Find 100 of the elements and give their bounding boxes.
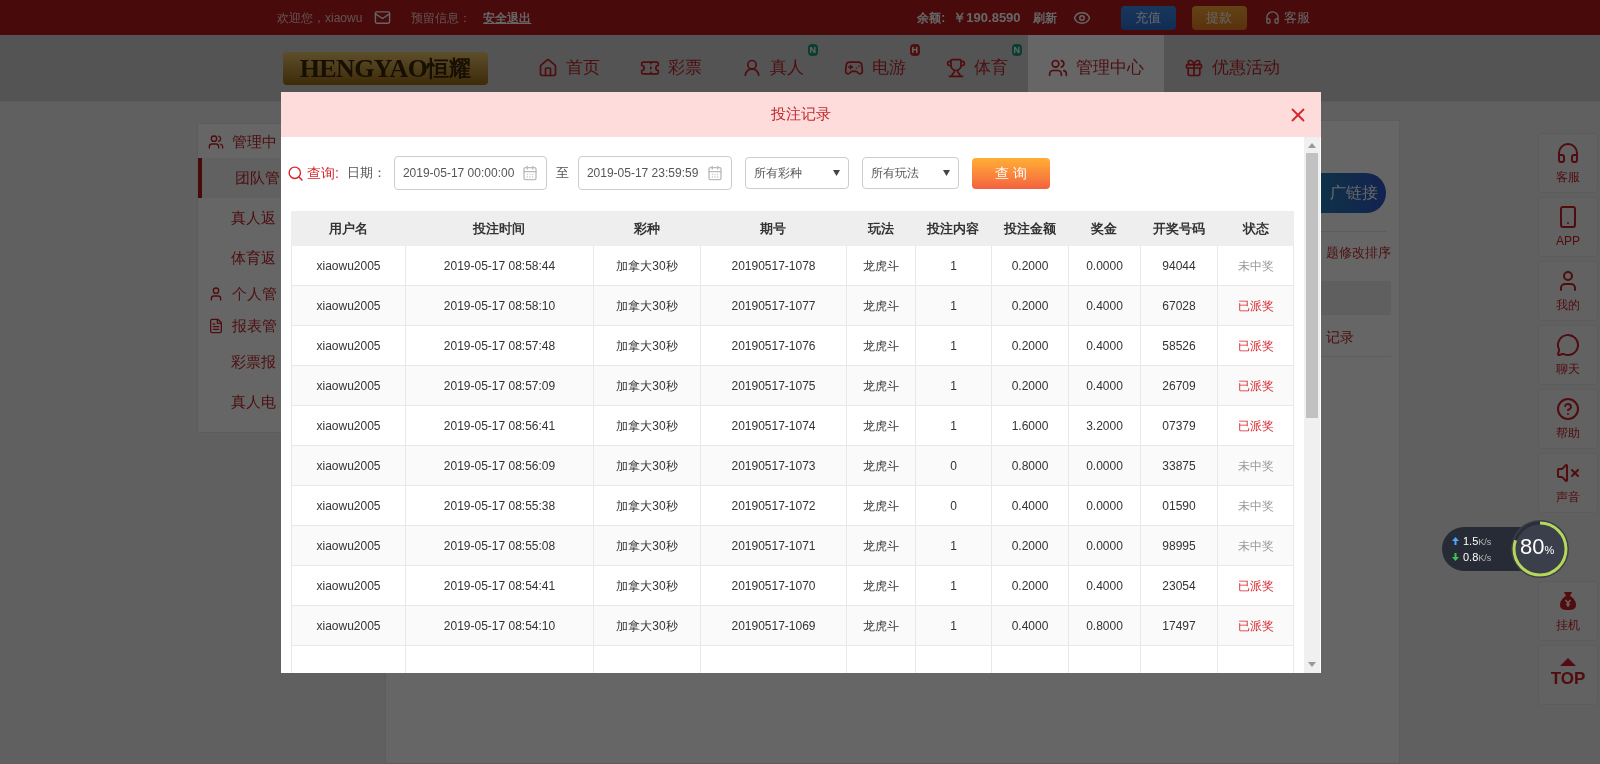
table-cell-text: 龙虎斗	[863, 617, 899, 635]
dialog-title: 投注记录	[771, 104, 831, 125]
table-cell-text: 0.0000	[1086, 497, 1123, 515]
table-cell-text: 0.2000	[1011, 537, 1049, 555]
status-text: 已派奖	[1237, 377, 1274, 395]
balance-label: 余额:	[917, 9, 946, 27]
status-text: 未中奖	[1237, 457, 1274, 475]
table-cell-text: 17497	[1162, 617, 1196, 635]
column-header: 投注金额	[1002, 219, 1057, 238]
table-cell-text: 1	[950, 337, 957, 355]
table-cell-text: 20190517-1074	[731, 417, 816, 435]
table-cell-text: 1	[950, 297, 957, 315]
table-cell-text: 加拿大30秒	[616, 497, 678, 515]
table-cell-text: 0.4000	[1011, 497, 1049, 515]
status-text: 已派奖	[1237, 577, 1274, 595]
table-cell-text: 龙虎斗	[863, 337, 899, 355]
table-cell-text: 0.2000	[1011, 337, 1049, 355]
table-cell-text: 20190517-1073	[731, 457, 816, 475]
column-header: 彩种	[632, 219, 661, 238]
status-text: 未中奖	[1237, 537, 1274, 555]
table-cell-text: 2019-05-17 08:56:41	[443, 417, 556, 435]
table-cell-text: 龙虎斗	[863, 257, 899, 275]
table-cell-text: 2019-05-17 08:54:41	[443, 577, 556, 595]
column-header: 用户名	[327, 219, 369, 238]
table-cell-text: xiaowu2005	[316, 337, 381, 355]
table-cell-text: 龙虎斗	[863, 537, 899, 555]
table-cell-text: 加拿大30秒	[616, 337, 678, 355]
table-cell-text: 0.4000	[1086, 377, 1123, 395]
query-label: 查询:	[307, 163, 339, 183]
table-cell-text: xiaowu2005	[316, 617, 381, 635]
download-speed: 0.8K/s	[1463, 550, 1492, 565]
table-cell-text: 1	[950, 537, 957, 555]
table-cell-text: 加拿大30秒	[616, 377, 678, 395]
table-cell-text: 1	[950, 257, 957, 275]
table-cell-text: 0.4000	[1086, 297, 1123, 315]
table-cell-text: 67028	[1162, 297, 1196, 315]
table-cell-text: xiaowu2005	[316, 417, 381, 435]
table-cell-text: 0.0000	[1086, 537, 1123, 555]
table-cell-text: 0.2000	[1011, 377, 1049, 395]
column-header: 投注时间	[471, 219, 526, 238]
column-header: 玩法	[866, 219, 895, 238]
table-cell-text: 20190517-1078	[731, 257, 816, 275]
table-cell-text: 2019-05-17 08:55:08	[443, 537, 556, 555]
table-cell-text: 2019-05-17 08:58:10	[443, 297, 556, 315]
table-cell-text: 20190517-1075	[731, 377, 816, 395]
table-cell-text: 20190517-1069	[731, 617, 816, 635]
table-cell-text: 0.2000	[1011, 297, 1049, 315]
column-header: 状态	[1241, 219, 1270, 238]
nav-badge: H	[909, 44, 920, 56]
table-cell-text: 龙虎斗	[863, 297, 899, 315]
table-cell-text: 加拿大30秒	[616, 617, 678, 635]
column-header: 开奖号码	[1151, 219, 1206, 238]
status-text: 未中奖	[1237, 257, 1274, 275]
table-cell-text: xiaowu2005	[316, 577, 381, 595]
status-text: 已派奖	[1237, 617, 1274, 635]
table-cell-text: 20190517-1072	[731, 497, 816, 515]
table-cell-text: 0.8000	[1011, 457, 1049, 475]
table-cell-text: 加拿大30秒	[616, 257, 678, 275]
table-cell-text: xiaowu2005	[316, 497, 381, 515]
table-cell-text: 3.2000	[1086, 417, 1123, 435]
nav-badge: N	[1011, 44, 1022, 56]
table-cell-text: 0.0000	[1086, 257, 1123, 275]
sort-hint-text: 题修改排序	[1326, 244, 1391, 262]
table-cell-text: 2019-05-17 08:58:44	[443, 257, 556, 275]
table-cell-text: 龙虎斗	[863, 497, 899, 515]
status-text: 已派奖	[1237, 337, 1274, 355]
table-cell-text: 07379	[1162, 417, 1196, 435]
table-cell-text: 1.6000	[1011, 417, 1049, 435]
date-label: 日期：	[346, 164, 386, 183]
table-cell-text: 0.2000	[1011, 577, 1049, 595]
table-cell-text: 0	[950, 497, 957, 515]
table-cell-text: 0.8000	[1086, 617, 1123, 635]
balance-value: ￥190.8590	[953, 8, 1021, 27]
table-cell-text: 20190517-1077	[731, 297, 816, 315]
table-cell-text: 1	[950, 417, 957, 435]
table-cell-text: 2019-05-17 08:56:09	[443, 457, 556, 475]
table-cell-text: 龙虎斗	[863, 417, 899, 435]
table-cell-text: 33875	[1162, 457, 1196, 475]
table-cell-text: 2019-05-17 08:55:38	[443, 497, 556, 515]
table-cell-text: 2019-05-17 08:57:48	[443, 337, 556, 355]
table-cell-text: 26709	[1162, 377, 1196, 395]
table-cell-text: 加拿大30秒	[616, 417, 678, 435]
table-cell-text: 加拿大30秒	[616, 457, 678, 475]
table-cell-text: 1	[950, 617, 957, 635]
upload-speed: 1.5K/s	[1463, 533, 1492, 549]
table-cell-text: xiaowu2005	[316, 377, 381, 395]
table-cell-text: 20190517-1071	[731, 537, 816, 555]
table-cell-text: 94044	[1162, 257, 1196, 275]
table-cell-text: 0.4000	[1086, 337, 1123, 355]
table-cell-text: 加拿大30秒	[616, 297, 678, 315]
status-text: 已派奖	[1237, 417, 1274, 435]
table-cell-text: 0.4000	[1086, 577, 1123, 595]
table-cell-text: 0.2000	[1011, 257, 1049, 275]
table-cell-text: 2019-05-17 08:57:09	[443, 377, 556, 395]
table-cell-text: 龙虎斗	[863, 577, 899, 595]
column-header: 奖金	[1090, 219, 1118, 238]
table-cell-text: 0.4000	[1011, 617, 1049, 635]
column-header: 投注内容	[925, 219, 980, 238]
table-cell-text: 0.0000	[1086, 457, 1123, 475]
status-text: 已派奖	[1237, 297, 1274, 315]
